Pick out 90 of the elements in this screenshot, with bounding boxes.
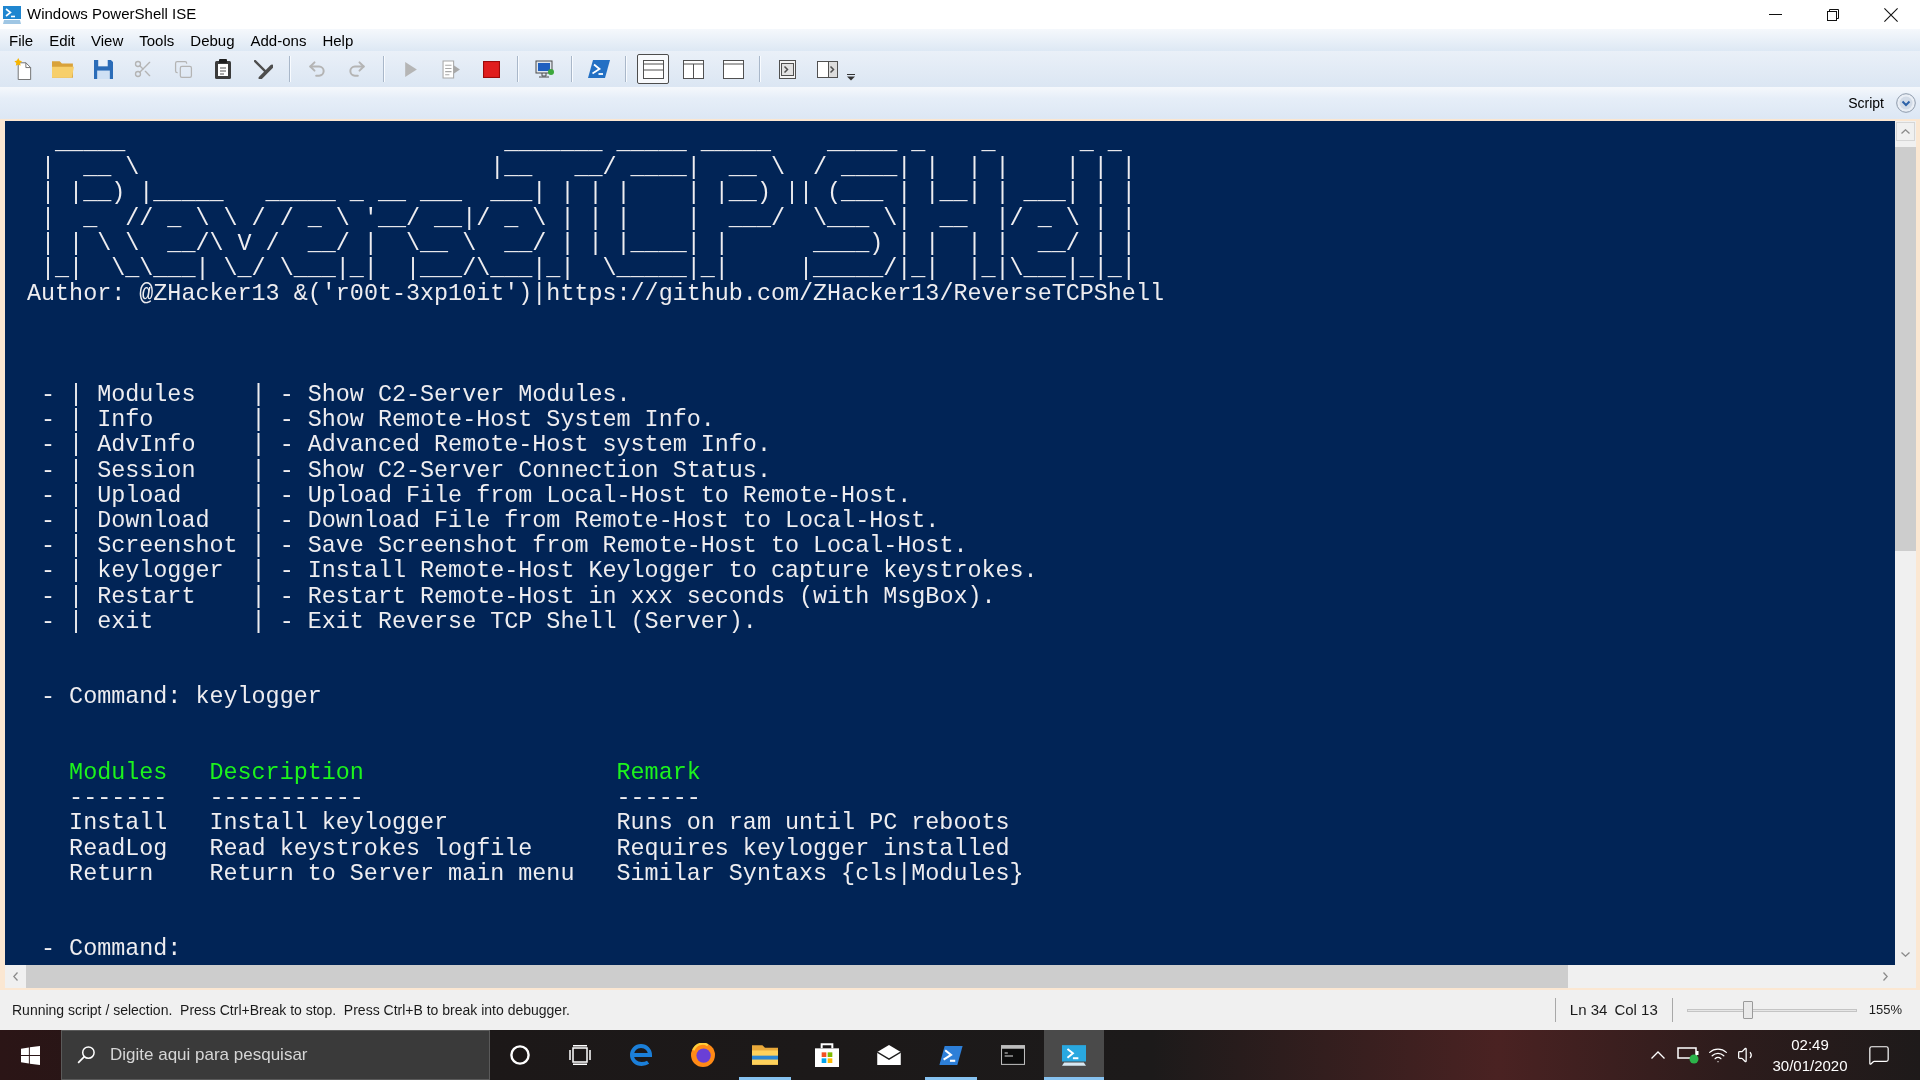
ascii-art-text: _____ _______ _____ _____ _____ _ _ _ _ | __ \ |__ __/ ____| __ \ / ____| | | | | | | | |__) |_____ _____ _ __ ___ ___| | | | | |__) || (___ | |__| | ___| | | | _ // _ \ \ / / _ \ '__/ __|/ _ \ | | | | ___/ \___ \| __ |/ _ \ | | | | \ \ __/\ V / __/ | \__ \ __/ | | |____| | ____) | | | | __/ | | |_| \_\___| \_/ \___|_| |___/\___|_| \_____|_| |_____/|_| |_|\___|_|_| <box>41 131 1136 282</box>
command-help-line: - | keylogger | - Install Remote-Host Keylogger to capture keystrokes. <box>41 559 1038 585</box>
powershell-ise-icon <box>1062 1044 1086 1066</box>
command-prompt-line: - Command: keylogger <box>41 685 322 711</box>
command-help-line: - | exit | - Exit Reverse TCP Shell (Server). <box>41 609 757 636</box>
command-help-line: - | Modules | - Show C2-Server Modules. <box>41 383 631 408</box>
copy-icon <box>173 59 193 79</box>
command-window-icon <box>778 59 796 79</box>
scroll-right-icon <box>1882 972 1888 981</box>
slider-thumb[interactable] <box>1742 1001 1753 1019</box>
table-cell: Similar Syntaxs {cls|Modules} <box>616 861 1024 888</box>
folder-icon <box>752 1045 778 1065</box>
menu-item[interactable]: Edit <box>41 29 84 51</box>
powershell-icon <box>939 1045 963 1065</box>
command-help-line: - | Upload | - Upload File from Local-Host to Remote-Host. <box>41 483 912 509</box>
search-field[interactable]: Digite aqui para pesquisar <box>61 1030 490 1080</box>
split-vertical-icon <box>682 59 704 79</box>
table-cell: Read keystrokes logfile <box>209 836 533 862</box>
powershell-icon <box>588 60 610 78</box>
new-document-icon <box>14 58 32 80</box>
taskbar-app-button[interactable] <box>1044 1030 1104 1080</box>
table-header: Modules <box>69 761 168 787</box>
stop-icon <box>482 60 500 78</box>
overflow-caret-icon <box>847 74 855 81</box>
squeegee-icon <box>253 59 273 79</box>
command-help-line: - | AdvInfo | - Advanced Remote-Host system Info. <box>41 433 771 459</box>
header-dash-line: ------ <box>616 786 701 812</box>
scissors-icon <box>133 59 153 79</box>
redo-icon <box>347 59 367 79</box>
table-cell: Runs on ram until PC reboots <box>616 811 1010 837</box>
table-cell: Install keylogger <box>209 811 449 837</box>
header-dash-line: ----------- <box>209 786 364 812</box>
command-help-line: - | Screenshot | - Save Screenshot from Remote-Host to Local-Host. <box>41 534 968 560</box>
table-header: Description <box>209 761 364 787</box>
scroll-down-icon <box>1901 952 1910 957</box>
command-help-line: - | Session | - Show C2-Server Connection Status. <box>41 458 771 484</box>
firefox-icon <box>691 1043 715 1067</box>
folder-icon <box>52 60 74 78</box>
table-cell: Return to Server main menu <box>209 861 575 888</box>
clipboard-icon <box>215 59 231 79</box>
task-view-icon <box>569 1045 591 1065</box>
table-cell: Install <box>69 811 168 837</box>
side-panel-icon <box>816 60 838 78</box>
terminal-window-icon <box>1001 1045 1025 1065</box>
windows-logo-icon <box>21 1045 40 1065</box>
menu-item[interactable]: Help <box>314 29 362 51</box>
line-number: Ln 34 <box>1569 999 1608 1020</box>
window-icon <box>722 59 744 79</box>
menu-item[interactable]: View <box>83 29 132 51</box>
split-horizontal-icon <box>642 59 664 79</box>
command-prompt-line: - Command: <box>41 937 182 963</box>
menu-item[interactable]: Add-ons <box>242 29 315 51</box>
envelope-icon <box>877 1045 901 1065</box>
play-icon <box>404 60 418 78</box>
zoom-percentage: 155% <box>1868 1001 1902 1020</box>
close-icon <box>1884 7 1898 22</box>
document-arrow-icon <box>441 59 461 79</box>
shopping-bag-icon <box>815 1043 839 1067</box>
computer-icon <box>535 60 555 78</box>
battery-charging-icon <box>1676 1046 1700 1064</box>
scroll-left-icon <box>12 972 18 981</box>
column-number: Col 13 <box>1614 999 1658 1020</box>
search-icon <box>77 1045 96 1064</box>
command-help-line: - | Restart | - Restart Remote-Host in xxx seconds (with MsgBox). <box>41 584 996 610</box>
menu-item[interactable]: File <box>1 29 42 51</box>
header-dash-line: ------- <box>69 786 168 812</box>
command-help-line: - | Download | - Download File from Remote-Host to Local-Host. <box>41 509 940 535</box>
menu-item[interactable]: Tools <box>131 29 183 51</box>
table-cell: Requires keylogger installed <box>616 836 1010 862</box>
pane-top-button[interactable] <box>637 54 669 84</box>
table-header: Remark <box>616 761 701 787</box>
menu-item[interactable]: Debug <box>182 29 243 51</box>
scroll-up-icon <box>1901 129 1910 134</box>
zoom-slider[interactable] <box>1686 1001 1857 1019</box>
status-message: Running script / selection. Press Ctrl+Break to stop. Press Ctrl+B to break into debugger. <box>12 1000 570 1020</box>
show-script-pane-button[interactable]: Script <box>1848 92 1916 114</box>
undo-icon <box>307 59 327 79</box>
command-help-line: - | Info | - Show Remote-Host System Info. <box>41 408 715 434</box>
table-cell: ReadLog <box>69 836 168 862</box>
edge-icon <box>629 1044 653 1066</box>
clock-button[interactable]: 02:49 30/01/2020 <box>1765 1030 1855 1080</box>
minimize-icon <box>1768 14 1782 15</box>
notification-icon <box>1868 1044 1890 1066</box>
powershell-ise-icon <box>3 5 21 24</box>
window-title: Windows PowerShell ISE <box>27 4 197 25</box>
chevron-up-icon <box>1651 1051 1665 1059</box>
restore-icon <box>1827 8 1839 21</box>
ring-icon <box>510 1045 530 1065</box>
author-line: Author: @ZHacker13 &('r00t-3xp10it')|https://github.com/ZHacker13/ReverseTCPShell <box>27 282 1164 308</box>
table-cell: Return <box>69 861 154 888</box>
